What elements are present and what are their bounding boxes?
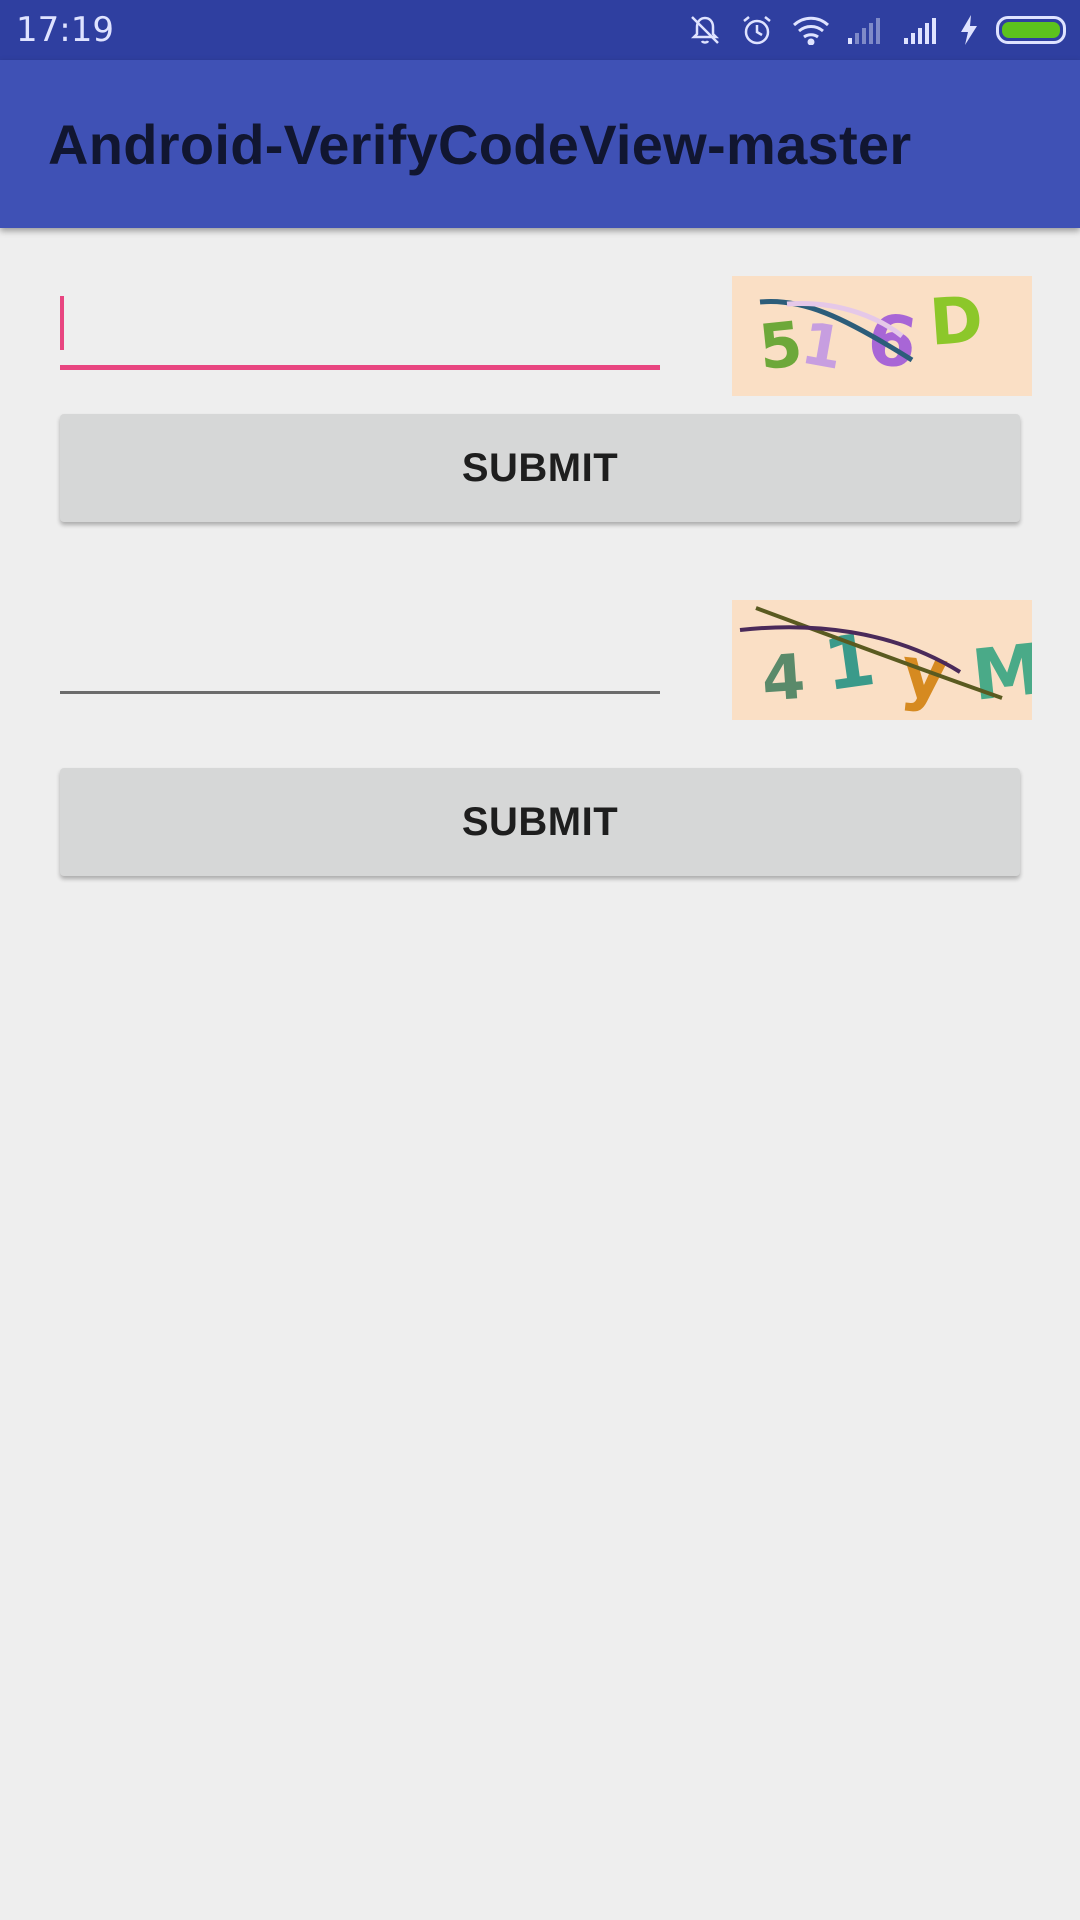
alarm-icon <box>740 13 774 47</box>
wifi-icon <box>792 15 830 45</box>
app-title: Android-VerifyCodeView-master <box>48 113 912 176</box>
captcha-graphic-1: 5 1 6 D <box>755 283 985 385</box>
captcha-graphic-2: 4 1 y M <box>739 606 1032 717</box>
verify-code-input-2[interactable] <box>60 614 660 694</box>
signal-weak-icon <box>848 16 886 44</box>
battery-level <box>1002 22 1060 38</box>
submit-button-1[interactable]: SUBMIT <box>60 414 1020 522</box>
input-underline-focused <box>60 365 660 370</box>
status-bar: 17:19 <box>0 0 1080 60</box>
captcha-image-2[interactable]: 4 1 y M <box>732 600 1032 720</box>
verify-code-input-1[interactable] <box>60 290 660 370</box>
mute-vibrate-icon <box>688 13 722 47</box>
text-cursor <box>60 296 64 350</box>
captcha-glyph: 4 <box>759 640 807 716</box>
verify-code-field-2[interactable] <box>60 614 660 694</box>
submit-button-2[interactable]: SUBMIT <box>60 768 1020 876</box>
captcha-glyph: 6 <box>862 297 922 385</box>
status-icons <box>688 12 1066 48</box>
input-underline <box>60 691 660 694</box>
verify-code-field-1[interactable] <box>60 290 660 370</box>
captcha-glyph: y <box>898 630 952 716</box>
captcha-glyph: D <box>927 283 985 361</box>
battery-icon <box>996 16 1066 44</box>
status-time: 17:19 <box>16 10 114 50</box>
captcha-glyph: M <box>968 628 1032 717</box>
signal-strong-icon <box>904 16 942 44</box>
charging-icon <box>960 15 978 45</box>
captcha-image-1[interactable]: 5 1 6 D <box>732 276 1032 396</box>
app-bar: Android-VerifyCodeView-master <box>0 60 1080 228</box>
